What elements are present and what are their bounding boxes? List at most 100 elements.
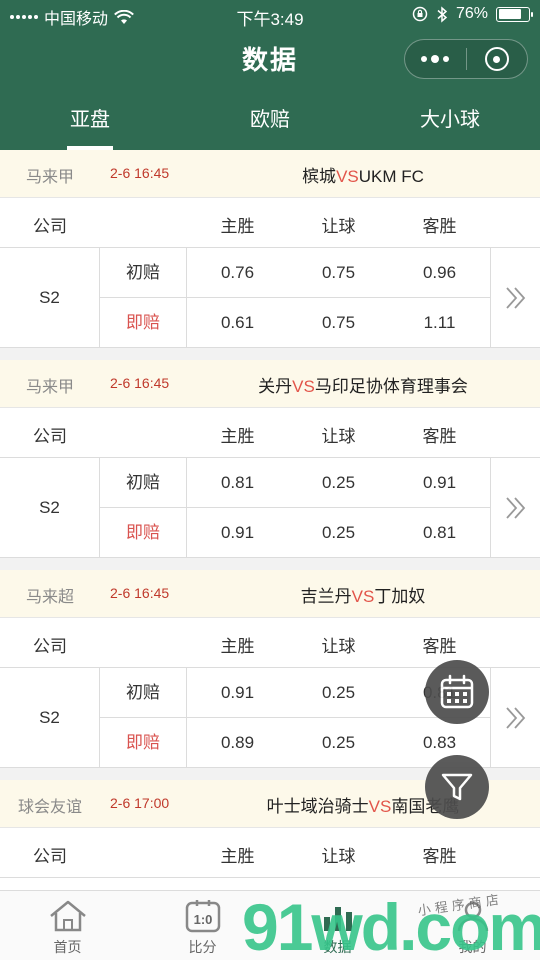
header-away-win: 客胜 — [422, 217, 457, 236]
detail-button[interactable] — [490, 458, 540, 558]
tab-european[interactable]: 欧赔 — [180, 90, 360, 150]
match-teams: 槟城VSUKM FC — [186, 162, 540, 187]
calendar-icon — [440, 674, 474, 709]
live-odds-label: 即赔 — [100, 508, 187, 558]
header-company: 公司 — [33, 217, 67, 236]
league-name: 球会友谊 — [17, 799, 82, 816]
live-handicap: 0.25 — [321, 523, 356, 542]
odds-grid: S2 初赔 0.76 0.75 0.96 即赔 0.61 0.75 1.11 — [0, 248, 540, 348]
vs-label: VS — [368, 797, 392, 816]
bottom-tab-data[interactable]: 数据 — [270, 891, 405, 960]
tab-asian[interactable]: 亚盘 — [0, 90, 180, 150]
bottom-tab-score[interactable]: 1:0 比分 — [135, 891, 270, 960]
match-teams: 关丹VS马印足协体育理事会 — [186, 372, 540, 397]
table-header: 公司 主胜 让球 客胜 — [0, 828, 540, 878]
odds-grid: S2 初赔 0.81 0.25 0.91 即赔 0.91 0.25 0.81 — [0, 458, 540, 558]
live-handicap: 0.25 — [321, 733, 356, 752]
initial-away-odds: 0.96 — [422, 263, 457, 282]
home-team: 槟城 — [302, 167, 337, 186]
more-dots-icon — [421, 55, 450, 63]
status-bar: 中国移动 下午3:49 76% — [0, 0, 540, 30]
live-odds-row: 即赔 0.61 0.75 1.11 — [100, 298, 490, 348]
table-header: 公司 主胜 让球 客胜 — [0, 198, 540, 248]
battery-icon — [496, 6, 533, 22]
match-header[interactable]: 马来甲 2-6 16:45 槟城VSUKM FC — [0, 150, 540, 198]
bottom-tab-label: 数据 — [323, 939, 352, 955]
header-home-win: 主胜 — [220, 427, 255, 446]
header-company: 公司 — [33, 427, 67, 446]
filter-icon — [441, 773, 473, 801]
company-name: S2 — [0, 668, 100, 768]
bottom-tab-label: 我的 — [458, 939, 487, 955]
header-home-win: 主胜 — [220, 637, 255, 656]
close-target-icon — [484, 47, 509, 71]
live-home-odds: 0.91 — [220, 523, 255, 542]
league-name: 马来甲 — [25, 169, 74, 186]
bottom-tab-profile[interactable]: 我的 — [405, 891, 540, 960]
live-away-odds: 1.11 — [423, 313, 456, 332]
match-time: 2-6 16:45 — [110, 165, 170, 181]
live-home-odds: 0.61 — [220, 313, 255, 332]
match-time: 2-6 16:45 — [110, 375, 170, 391]
match-card: 马来甲 2-6 16:45 槟城VSUKM FC 公司 主胜 让球 客胜 S2 … — [0, 150, 540, 348]
league-name: 马来甲 — [25, 379, 74, 396]
initial-home-odds: 0.81 — [220, 473, 255, 492]
header-away-win: 客胜 — [422, 427, 457, 446]
nav-bar: 数据 — [0, 30, 540, 90]
initial-home-odds: 0.76 — [220, 263, 255, 282]
double-chevron-right-icon — [505, 707, 525, 729]
initial-odds-label: 初赔 — [100, 248, 187, 298]
header-home-win: 主胜 — [220, 847, 255, 866]
double-chevron-right-icon — [505, 287, 525, 309]
match-header[interactable]: 马来甲 2-6 16:45 关丹VS马印足协体育理事会 — [0, 360, 540, 408]
initial-odds-row: 初赔 0.81 0.25 0.91 — [100, 458, 490, 508]
live-handicap: 0.75 — [321, 313, 356, 332]
filter-button[interactable] — [425, 755, 489, 819]
header-home-win: 主胜 — [220, 217, 255, 236]
company-name: S2 — [0, 458, 100, 558]
company-name: S2 — [0, 248, 100, 348]
bluetooth-icon — [437, 5, 448, 23]
home-icon — [49, 900, 86, 932]
double-chevron-right-icon — [505, 497, 525, 519]
mini-program-capsule — [404, 39, 528, 79]
away-team: 马印足协体育理事会 — [314, 377, 468, 396]
live-away-odds: 0.81 — [422, 523, 457, 542]
header-company: 公司 — [33, 847, 67, 866]
more-button[interactable] — [405, 40, 466, 78]
vs-label: VS — [292, 377, 315, 396]
live-odds-row: 即赔 0.91 0.25 0.81 — [100, 508, 490, 558]
bottom-tab-label: 比分 — [188, 939, 217, 955]
live-odds-label: 即赔 — [100, 298, 187, 348]
battery-percent: 76% — [455, 5, 488, 22]
live-odds-row: 即赔 0.89 0.25 0.83 — [100, 718, 490, 768]
odds-tabs: 亚盘 欧赔 大小球 — [0, 90, 540, 150]
initial-odds-label: 初赔 — [100, 458, 187, 508]
table-header: 公司 主胜 让球 客胜 — [0, 408, 540, 458]
away-team: 丁加奴 — [374, 587, 426, 606]
detail-button[interactable] — [490, 668, 540, 768]
header-handicap: 让球 — [321, 637, 356, 656]
header-handicap: 让球 — [321, 847, 356, 866]
scoreboard-text: 1:0 — [193, 912, 212, 927]
header-company: 公司 — [33, 637, 67, 656]
live-home-odds: 0.89 — [220, 733, 255, 752]
detail-button[interactable] — [490, 248, 540, 348]
match-teams: 吉兰丹VS丁加奴 — [186, 582, 540, 607]
match-time: 2-6 16:45 — [110, 585, 170, 601]
initial-handicap: 0.25 — [321, 683, 356, 702]
header-handicap: 让球 — [321, 217, 356, 236]
rotation-lock-icon — [412, 6, 428, 22]
chart-icon — [323, 907, 352, 931]
bottom-tab-home[interactable]: 首页 — [0, 891, 135, 960]
scoreboard-icon: 1:0 — [185, 900, 220, 933]
calendar-button[interactable] — [425, 660, 489, 724]
match-header[interactable]: 马来超 2-6 16:45 吉兰丹VS丁加奴 — [0, 570, 540, 618]
bottom-tab-label: 首页 — [53, 939, 82, 955]
initial-away-odds: 0.91 — [422, 473, 457, 492]
close-button[interactable] — [467, 40, 528, 78]
vs-label: VS — [351, 587, 375, 606]
match-time: 2-6 17:00 — [110, 795, 170, 811]
tab-over-under[interactable]: 大小球 — [360, 90, 540, 150]
home-team: 吉兰丹 — [300, 587, 352, 606]
